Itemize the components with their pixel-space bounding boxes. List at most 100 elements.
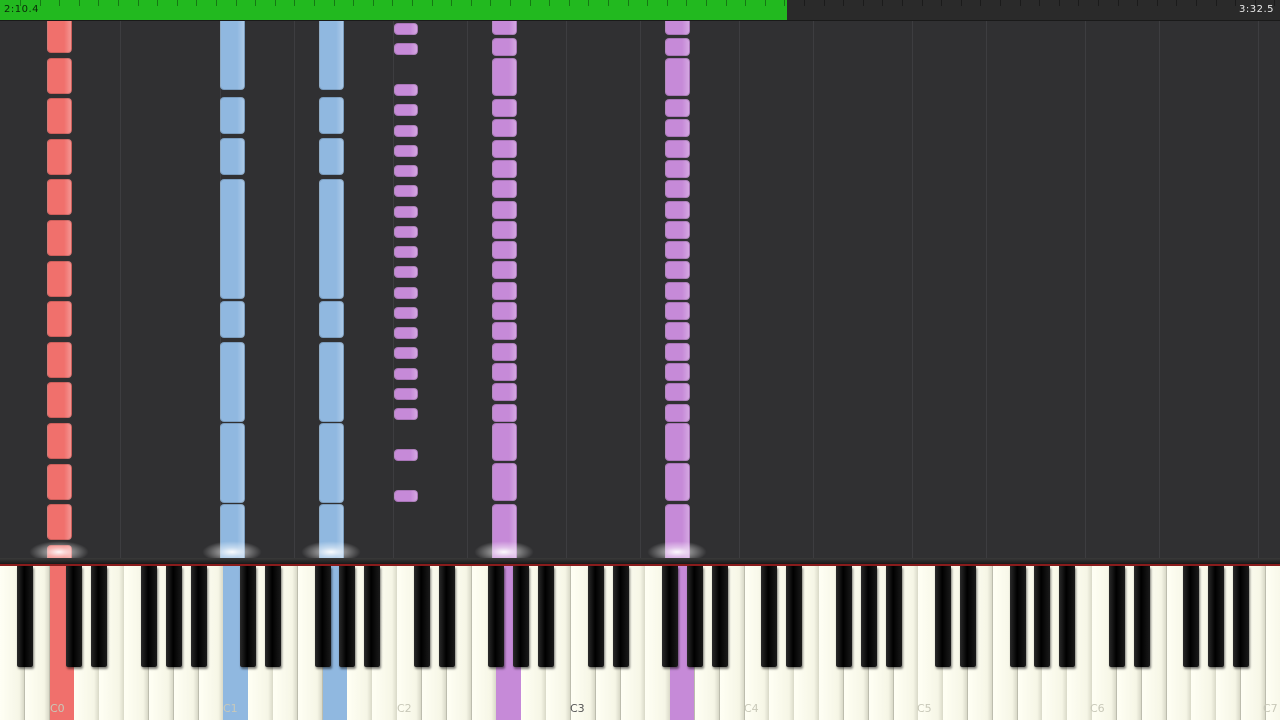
black-key[interactable] [314,566,331,667]
progress-tick [745,0,746,6]
black-key[interactable] [959,566,976,667]
black-key[interactable] [662,566,679,667]
octave-label: C5 [917,702,932,715]
black-key[interactable] [165,566,182,667]
note-purple [394,125,418,137]
black-key[interactable] [1059,566,1076,667]
note-purple [665,200,690,219]
note-blue [319,342,344,422]
black-key[interactable] [761,566,778,667]
black-key[interactable] [1009,566,1026,667]
black-key[interactable] [1233,566,1249,667]
white-key[interactable] [1265,566,1280,720]
black-key[interactable] [66,566,83,667]
progress-tick [79,0,80,6]
progress-tick [236,0,237,6]
note-blue [220,138,245,175]
octave-label: C7 [1263,702,1278,715]
piano-keyboard[interactable]: C0 C1 C2 C3 C4 C5 C6 C7 [0,566,1280,720]
octave-divider [1258,21,1259,558]
black-key[interactable] [413,566,430,667]
black-key[interactable] [538,566,555,667]
black-key[interactable] [1183,566,1200,667]
note-red [47,179,72,216]
note-purple [492,261,517,280]
note-purple [394,449,418,461]
black-key[interactable] [1108,566,1125,667]
black-key[interactable] [860,566,877,667]
progress-tick [647,0,648,6]
note-purple [665,159,690,178]
black-key[interactable] [935,566,952,667]
black-key[interactable] [16,566,33,667]
black-key[interactable] [488,566,505,667]
note-hit-glow-icon [647,541,707,558]
note-purple [492,322,517,341]
note-purple [394,226,418,238]
progress-tick [255,0,256,6]
note-purple [665,403,690,422]
note-hit-glow-icon [301,541,361,558]
black-key[interactable] [438,566,455,667]
note-red [47,98,72,135]
black-key[interactable] [265,566,282,667]
black-key[interactable] [612,566,629,667]
note-purple [492,99,517,117]
black-key[interactable] [364,566,381,667]
note-purple [665,463,690,501]
progress-tick [392,0,393,6]
octave-label: C2 [397,702,412,715]
note-purple [665,119,690,138]
note-purple [665,180,690,199]
progress-tick [490,0,491,6]
black-key[interactable] [885,566,902,667]
octave-divider [912,21,913,558]
black-key[interactable] [686,566,703,667]
progress-tick [1196,0,1197,6]
black-key[interactable] [240,566,257,667]
octave-divider [120,21,121,558]
note-purple [665,139,690,158]
progress-tick [1020,0,1021,6]
note-purple [665,281,690,300]
note-blue [220,21,245,90]
progress-tick [608,0,609,6]
progress-tick [471,0,472,6]
progress-tick [530,0,531,6]
progress-tick [1176,0,1177,6]
note-purple [394,327,418,339]
progress-tick [98,0,99,6]
black-key[interactable] [513,566,530,667]
keyboard-top-edge [0,558,1280,566]
progress-tick [549,0,550,6]
note-purple [492,342,517,361]
note-purple [665,99,690,117]
black-key[interactable] [1133,566,1150,667]
progress-tick [1000,0,1001,6]
black-key[interactable] [190,566,207,667]
progress-tick [569,0,570,6]
note-purple [394,185,418,197]
black-key[interactable] [339,566,356,667]
note-purple [492,403,517,422]
black-key[interactable] [711,566,728,667]
black-key[interactable] [587,566,604,667]
black-key[interactable] [1208,566,1225,667]
note-blue [319,301,344,338]
note-hit-glow-icon [202,541,262,558]
black-key[interactable] [835,566,852,667]
note-purple [394,490,418,502]
progress-tick [941,0,942,6]
note-purple [492,180,517,199]
note-red [47,463,72,500]
note-purple [394,206,418,218]
note-purple [492,139,517,158]
black-key[interactable] [140,566,157,667]
octave-label: C6 [1090,702,1105,715]
black-key[interactable] [91,566,108,667]
black-key[interactable] [786,566,803,667]
note-purple [394,347,418,359]
black-key[interactable] [1034,566,1051,667]
progress-tick [177,0,178,6]
playback-progress-bar[interactable]: 2:10.4 3:32.5 [0,0,1280,21]
